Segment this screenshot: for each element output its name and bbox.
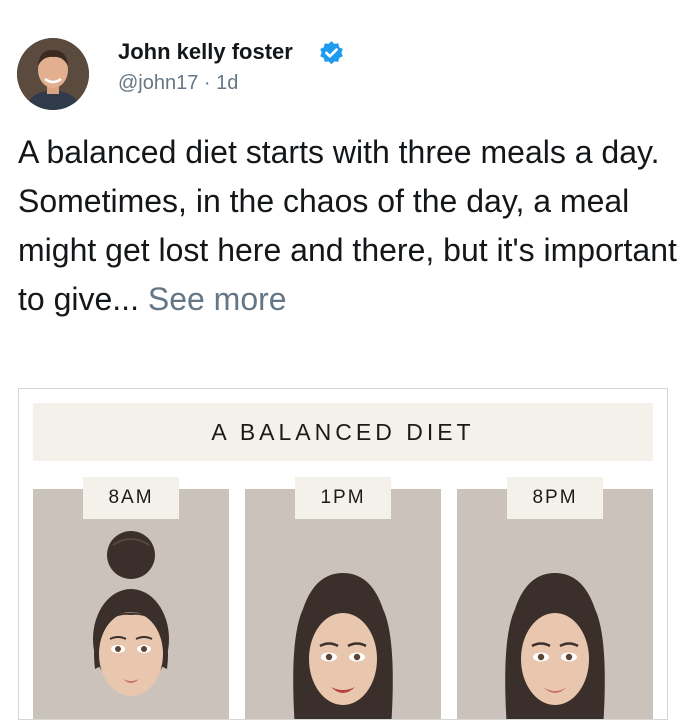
meal-panel-dinner: 8PM xyxy=(457,477,653,719)
verified-badge-icon xyxy=(320,41,343,65)
see-more-link[interactable]: See more xyxy=(148,281,287,317)
author-avatar[interactable] xyxy=(17,38,89,110)
woman-illustration-long-hair xyxy=(293,573,393,719)
tweet-text: A balanced diet starts with three meals … xyxy=(18,128,688,324)
author-name[interactable]: John kelly foster xyxy=(118,39,293,65)
meal-panel-lunch: 1PM xyxy=(245,477,441,719)
tweet-body: A balanced diet starts with three meals … xyxy=(18,134,677,317)
time-label-1pm: 1PM xyxy=(295,477,391,519)
woman-illustration-long-hair xyxy=(505,573,605,719)
infographic-title: A BALANCED DIET xyxy=(33,403,653,461)
author-handle-timestamp: @john17 · 1d xyxy=(118,72,239,94)
time-label-8pm: 8PM xyxy=(507,477,603,519)
time-label-8am: 8AM xyxy=(83,477,179,519)
meal-panel-breakfast: 8AM xyxy=(33,477,229,719)
tweet-media-image[interactable]: A BALANCED DIET 8AM 1PM 8PM xyxy=(18,388,668,720)
woman-illustration-bun xyxy=(93,531,169,696)
